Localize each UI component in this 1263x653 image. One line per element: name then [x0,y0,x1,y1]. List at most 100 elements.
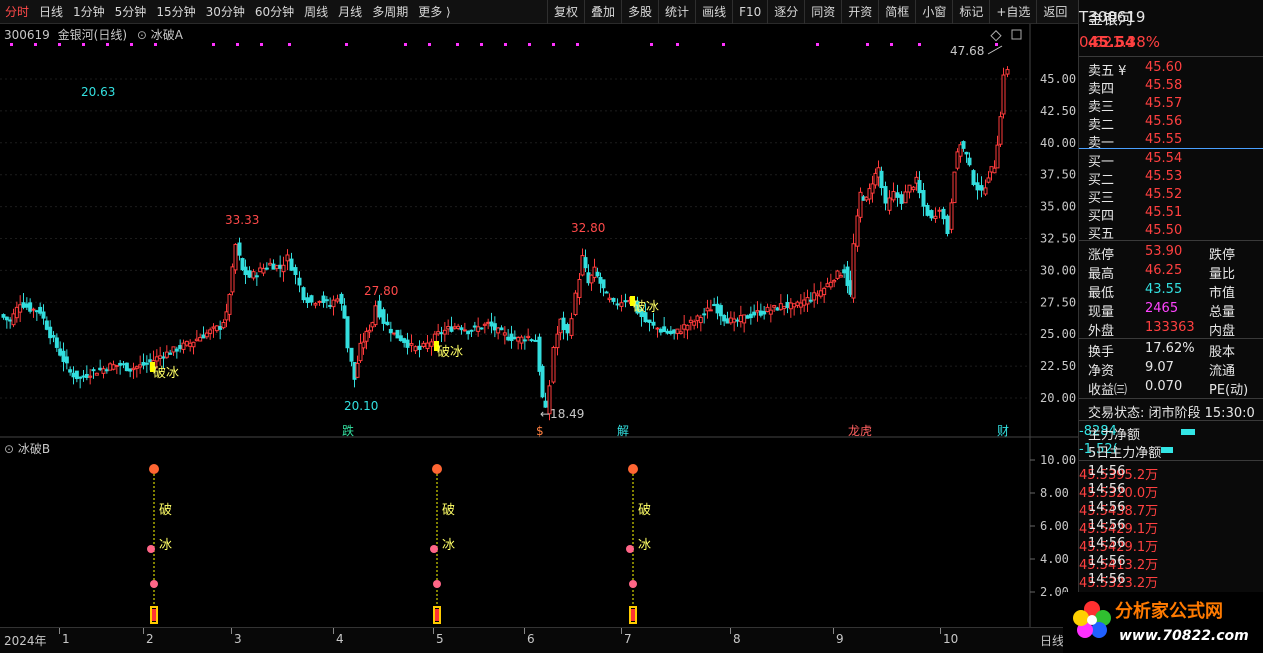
candle-body [502,332,507,336]
signal-top-icon [628,464,638,474]
candle-body [925,204,930,216]
signal-heart-icon [147,545,155,553]
candle-body [355,362,360,378]
candle-body [685,324,690,331]
candle-body [772,305,777,308]
candle-body [778,303,783,310]
candle-body [446,326,451,330]
signal-label: 破冰 [153,366,179,381]
tool-button-12[interactable]: +自选 [989,0,1036,24]
candle-body [161,356,166,359]
tool-button-6[interactable]: 逐分 [767,0,804,24]
x-label: 日线 [1040,634,1065,648]
candle-body [732,318,737,323]
price-annotation: 32.80 [571,221,605,235]
tab-9[interactable]: 多周期 [367,0,413,24]
tool-button-10[interactable]: 小窗 [915,0,952,24]
candle-body [64,356,69,364]
candle-body [891,191,896,201]
chart-panel[interactable]: 45.00 42.50 40.00 37.50 35.00 32.50 30.00 27.50… [0,24,1078,627]
tab-4[interactable]: 15分钟 [151,0,200,24]
indicator-toggle-icon[interactable]: ⊙ [4,442,14,456]
candle-body [297,277,302,286]
indicator-name-a[interactable]: 冰破A [151,28,183,42]
separator [1079,420,1263,421]
candle-body [14,306,19,319]
candle-body [486,321,491,324]
bid-row: 买二 45.53 [1079,169,1263,188]
tab-0[interactable]: 分时 [0,0,34,24]
candle-body [114,364,119,367]
tool-button-8[interactable]: 开资 [841,0,878,24]
candle-body [331,299,336,308]
candle-body [34,310,39,313]
tab-5[interactable]: 30分钟 [201,0,250,24]
tool-button-0[interactable]: 复权 [547,0,584,24]
y-tick-label: 30.00 [1040,263,1076,277]
candle-body [191,341,196,348]
candle-body [388,328,393,334]
candle-body [692,321,697,326]
tick-row-cell: 14:56 [1088,518,1126,533]
candle-body [802,299,807,306]
candle-body [782,305,787,309]
signal-dot [288,43,291,46]
sub-signal-label: 冰 [638,538,651,553]
tool-button-2[interactable]: 多股 [621,0,658,24]
candle-body [476,326,481,332]
tick-row: 14:56 45.5320.0万 [1079,482,1263,501]
x-label: 4 [336,632,344,646]
kline-chart[interactable]: 45.00 42.50 40.00 37.50 35.00 32.50 30.00 27.50… [0,24,1078,627]
tool-button-13[interactable]: 返回 [1036,0,1073,24]
candle-body [526,335,531,338]
candle-body [413,346,418,352]
tool-button-7[interactable]: 同资 [804,0,841,24]
x-tick [333,628,334,634]
signal-dot [404,43,407,46]
candle-body [662,326,667,333]
separator [1079,56,1263,57]
tool-button-3[interactable]: 统计 [658,0,695,24]
candle-body [442,329,447,335]
sub-signal-label: 破 [442,503,455,518]
candle-body [879,170,884,189]
candle-body [395,329,400,339]
stock-app: 分时 日线 1分钟 5分钟 15分钟 30分钟 60分钟 周线 月线 多周期 更多 ⟩ 复权 叠加 多股… [0,0,1263,653]
tick-row: 14:56 45.5413.2万 [1079,554,1263,573]
tab-7[interactable]: 周线 [299,0,333,24]
tool-button-1[interactable]: 叠加 [584,0,621,24]
price-annotation: ←18.49 [540,407,584,421]
candle-body [561,317,566,331]
tab-3[interactable]: 5分钟 [110,0,152,24]
tab-2[interactable]: 1分钟 [68,0,110,24]
stat-row-cell: 跌停 [1209,248,1236,263]
tab-8[interactable]: 月线 [333,0,367,24]
trade-status-cell: 交易状态: 闭市阶段 15:30:0 [1088,406,1255,421]
tab-10[interactable]: 更多 ⟩ [413,0,456,24]
tab-1[interactable]: 日线 [34,0,68,24]
candle-body [98,367,103,371]
main-chart-header: 300619 金银河(日线) ⊙ 冰破A [4,26,183,43]
tool-button-4[interactable]: 画线 [695,0,732,24]
candle-body [506,336,511,341]
indicator-name-b[interactable]: 冰破B [18,442,50,456]
tool-button-9[interactable]: 简框 [878,0,915,24]
candle-body [742,314,747,324]
sub-y-tick-label: 10.00 [1040,453,1076,467]
tab-6[interactable]: 60分钟 [250,0,299,24]
indicator-toggle-icon[interactable]: ⊙ [137,28,147,42]
stat-row-cell: 现量 [1088,305,1115,320]
tool-button-5[interactable]: F10 [732,0,767,24]
signal-dot [816,43,819,46]
candle-body [148,359,153,363]
candle-body [168,352,173,355]
candle-body [832,279,837,283]
tool-button-11[interactable]: 标记 [952,0,989,24]
candle-body [971,170,976,185]
stat2-row-cell: 收益㈢ [1088,383,1128,398]
signal-dot [866,43,869,46]
candle-body [21,302,26,308]
candle-body [1001,74,1006,115]
candle-body [921,190,926,207]
sub-y-tick-label: 8.00 [1040,486,1069,500]
